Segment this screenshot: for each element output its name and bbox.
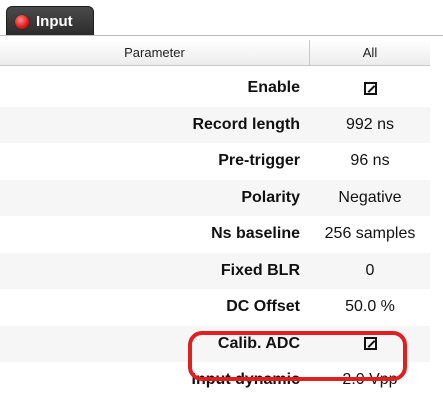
header-parameter[interactable]: Parameter <box>0 40 310 65</box>
param-label: Calib. ADC <box>217 334 300 352</box>
fixed-blr-value[interactable]: 0 <box>310 262 430 280</box>
param-label: Fixed BLR <box>220 261 300 279</box>
row-polarity: Polarity Negative <box>0 179 430 216</box>
red-status-dot-icon <box>15 14 29 29</box>
tab-bar: Input <box>0 0 443 36</box>
row-dc-offset: DC Offset 50.0 % <box>0 289 430 326</box>
record-length-value[interactable]: 992 ns <box>310 116 430 134</box>
parameter-table: Enable Record length 992 ns Pre-trigger … <box>0 70 430 399</box>
tab-input[interactable]: Input <box>6 6 94 36</box>
param-label: Record length <box>192 115 300 133</box>
param-label: DC Offset <box>226 298 300 316</box>
row-pre-trigger: Pre-trigger 96 ns <box>0 143 430 180</box>
checkbox-checked-icon[interactable] <box>363 81 377 95</box>
row-enable: Enable <box>0 70 430 107</box>
input-dynamic-value[interactable]: 2.0 Vpp <box>310 371 430 389</box>
tab-divider <box>0 35 443 36</box>
header-all[interactable]: All <box>310 40 430 65</box>
polarity-value[interactable]: Negative <box>310 189 430 207</box>
row-fixed-blr: Fixed BLR 0 <box>0 252 430 289</box>
table-header: Parameter All <box>0 40 430 66</box>
enable-value[interactable] <box>310 79 430 97</box>
row-input-dynamic: Input dynamic 2.0 Vpp <box>0 362 430 399</box>
ns-baseline-value[interactable]: 256 samples <box>310 225 430 243</box>
param-label: Polarity <box>241 188 300 206</box>
row-ns-baseline: Ns baseline 256 samples <box>0 216 430 253</box>
param-label: Ns baseline <box>211 225 300 243</box>
dc-offset-value[interactable]: 50.0 % <box>310 298 430 316</box>
pre-trigger-value[interactable]: 96 ns <box>310 152 430 170</box>
row-record-length: Record length 992 ns <box>0 106 430 143</box>
checkbox-checked-icon[interactable] <box>363 337 377 351</box>
param-label: Input dynamic <box>191 371 300 389</box>
calib-adc-value[interactable] <box>310 335 430 353</box>
param-label: Pre-trigger <box>218 152 300 170</box>
param-label: Enable <box>247 79 300 97</box>
tab-label: Input <box>36 13 73 30</box>
row-calib-adc: Calib. ADC <box>0 325 430 362</box>
